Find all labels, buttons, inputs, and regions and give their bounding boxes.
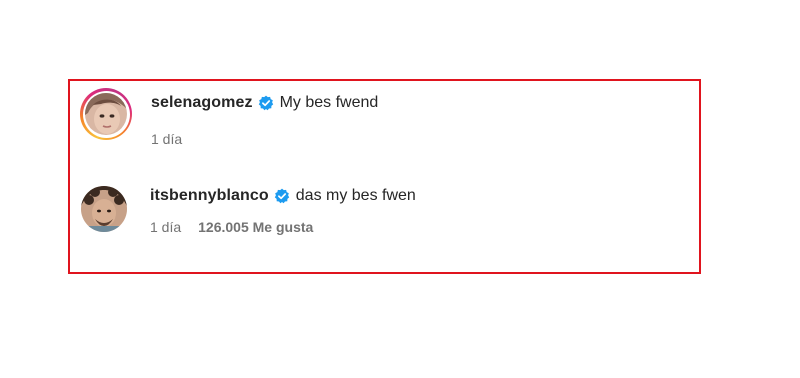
avatar[interactable] (81, 186, 127, 232)
comment-timestamp[interactable]: 1 día (151, 131, 182, 147)
comment-timestamp[interactable]: 1 día (150, 219, 181, 235)
verified-badge-icon (274, 188, 290, 204)
comment-text: das my bes fwen (295, 187, 416, 204)
comment-username[interactable]: itsbennyblanco (150, 187, 269, 205)
comment-text: My bes fwend (279, 94, 379, 111)
story-ring[interactable] (80, 88, 132, 140)
comment-item: selenagomez My bes fwend 1 día (80, 88, 378, 147)
comment-item: itsbennyblanco das my bes fwen 1 día 126… (80, 183, 416, 235)
verified-badge-icon (258, 95, 274, 111)
comment-username[interactable]: selenagomez (151, 94, 253, 112)
avatar[interactable] (85, 93, 127, 135)
highlighted-comments-box: selenagomez My bes fwend 1 día itsbennyb… (68, 79, 701, 274)
likes-count[interactable]: 126.005 Me gusta (198, 219, 313, 235)
